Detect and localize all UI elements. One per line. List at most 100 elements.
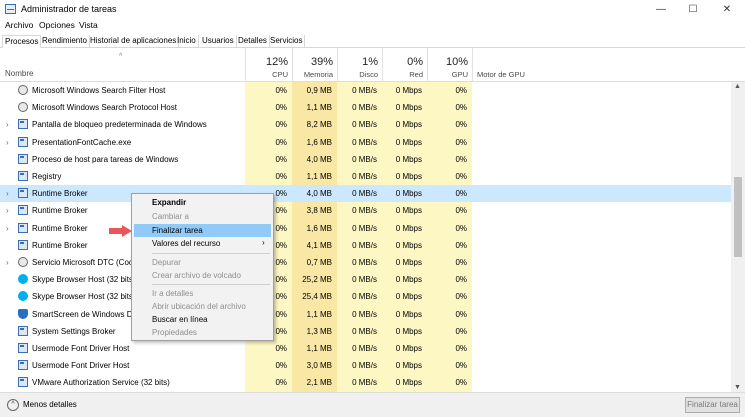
disk-value: 0 MB/s [352,172,377,181]
tab-rendimiento[interactable]: Rendimiento [40,35,90,48]
disk-value: 0 MB/s [352,361,377,371]
process-row[interactable]: Usermode Font Driver Host 0% 3,0 MB 0 MB/s 0… [0,357,731,374]
process-row[interactable]: Skype Browser Host (32 bits) 0% 25,2 MB 0 M… [0,271,731,288]
disk-value: 0 MB/s [352,309,377,319]
process-row[interactable]: › Runtime Broker 0% 3,8 MB 0 MB/s 0 Mbps 0% [0,202,731,219]
title-bar: Administrador de tareas — ☐ ✕ [0,0,745,19]
process-row[interactable]: Skype Browser Host (32 bits) 0% 25,4 MB 0 M… [0,288,731,305]
tab-historial-aplicaciones[interactable]: Historial de aplicaciones [88,35,180,48]
menu-item-buscar-en-linea[interactable]: Buscar en línea [152,315,208,324]
menu-bar: Archivo Opciones Vista [0,19,745,33]
process-name: Pantalla de bloqueo predeterminada de Wi… [32,120,207,130]
gpu-value: 0% [455,240,467,250]
menu-item-ir-detalles[interactable]: Ir a detalles [152,289,193,298]
network-value: 0 Mbps [395,137,422,147]
column-disco[interactable]: 1% Disco [337,48,382,82]
menu-archivo[interactable]: Archivo [5,20,33,30]
process-row[interactable]: SmartScreen de Windows Defe 0% 1,1 MB 0 MB/… [0,306,731,323]
column-motor-gpu[interactable]: Motor de GPU [472,48,731,82]
tab-inicio[interactable]: Inicio [175,35,199,48]
memory-value: 3,0 MB [306,361,332,371]
memory-value: 3,8 MB [306,206,332,216]
tab-procesos[interactable]: Procesos [2,35,42,48]
process-row[interactable]: Registry 0% 1,1 MB 0 MB/s 0 Mbps 0% [0,168,731,185]
menu-item-expandir[interactable]: Expandir [152,198,186,207]
column-nombre[interactable]: Nombre [5,69,33,78]
gpu-value: 0% [455,378,467,388]
gpu-value: 0% [455,309,467,319]
process-row[interactable]: › Pantalla de bloqueo predeterminada de W… [0,116,731,133]
gpu-value: 0% [455,223,467,233]
memory-value: 4,0 MB [306,154,332,164]
cpu-value: 0% [275,361,287,371]
menu-item-propiedades[interactable]: Propiedades [152,328,197,337]
scroll-up-icon[interactable]: ▲ [734,83,741,90]
tab-detalles[interactable]: Detalles [236,35,270,48]
process-row[interactable]: › Servicio Microsoft DTC (Coord 0% 0,7 MB 0 … [0,254,731,271]
mem-total: 39% [310,56,333,68]
process-name: PresentationFontCache.exe [32,137,132,147]
network-value: 0 Mbps [395,258,422,267]
menu-vista[interactable]: Vista [79,20,98,30]
expand-chevron-icon[interactable]: › [6,138,9,147]
process-name: Usermode Font Driver Host [32,361,130,371]
memory-value: 2,1 MB [306,378,332,388]
column-memoria[interactable]: 39% Memoria [292,48,337,82]
finalizar-tarea-button[interactable]: Finalizar tarea [685,397,740,413]
window-icon [18,343,28,353]
process-row[interactable]: VMware Authorization Service (32 bits) 0%… [0,374,731,391]
network-value: 0 Mbps [395,189,422,199]
gpu-value: 0% [455,258,467,267]
process-row[interactable]: System Settings Broker 0% 1,3 MB 0 MB/s 0 Mb… [0,323,731,340]
maximize-button[interactable]: ☐ [678,0,708,19]
memory-value: 1,6 MB [306,137,332,147]
vertical-scrollbar[interactable]: ▲ ▼ [731,82,745,392]
tab-servicios[interactable]: Servicios [268,35,306,48]
mem-label: Memoria [303,70,333,79]
process-row[interactable]: Usermode Font Driver Host 0% 1,1 MB 0 MB/s 0… [0,340,731,357]
menu-item-valores-recurso[interactable]: Valores del recurso [152,239,220,248]
menu-opciones[interactable]: Opciones [39,20,75,30]
network-value: 0 Mbps [395,361,422,371]
menu-item-crear-volcado[interactable]: Crear archivo de volcado [152,271,241,280]
process-row[interactable]: › PresentationFontCache.exe 0% 1,6 MB 0 MB/s… [0,134,731,151]
process-row[interactable]: › Runtime Broker 0% 4,0 MB 0 MB/s 0 Mbps 0% [0,185,731,203]
network-value: 0 Mbps [395,378,422,388]
scroll-down-icon[interactable]: ▼ [734,384,741,391]
close-button[interactable]: ✕ [712,0,742,19]
chevron-up-icon[interactable]: ^ [7,399,19,411]
expand-chevron-icon[interactable]: › [6,189,9,198]
process-name: Microsoft Windows Search Protocol Host [32,103,177,113]
gpu-label: GPU [451,70,468,79]
expand-chevron-icon[interactable]: › [6,206,9,215]
process-row[interactable]: Runtime Broker 0% 4,1 MB 0 MB/s 0 Mbps 0% [0,237,731,254]
disk-value: 0 MB/s [352,154,377,164]
column-red[interactable]: 0% Red [382,48,427,82]
column-gpu[interactable]: 10% GPU [427,48,472,82]
expand-chevron-icon[interactable]: › [6,258,9,267]
menu-item-abrir-ubicacion[interactable]: Abrir ubicación del archivo [152,302,246,311]
minimize-button[interactable]: — [646,0,676,19]
menos-detalles-link[interactable]: Menos detalles [23,400,77,409]
expand-chevron-icon[interactable]: › [6,120,9,129]
expand-chevron-icon[interactable]: › [6,224,9,233]
process-row[interactable]: Microsoft Windows Search Protocol Host 0%… [0,99,731,116]
window-icon [18,222,28,233]
disk-value: 0 MB/s [352,378,377,388]
process-list: Microsoft Windows Search Filter Host 0% 0,… [0,82,731,392]
net-label: Red [409,70,423,79]
window-icon [18,239,28,250]
cpu-value: 0% [275,103,287,113]
scroll-thumb[interactable] [734,177,742,257]
menu-item-finalizar-tarea[interactable]: Finalizar tarea [152,226,203,235]
gpu-value: 0% [455,86,467,95]
tab-usuarios[interactable]: Usuarios [200,35,237,48]
window-icon [18,205,28,216]
menu-item-depurar[interactable]: Depurar [152,258,181,267]
process-row[interactable]: Proceso de host para tareas de Windows 0%… [0,151,731,168]
menu-item-cambiar-a[interactable]: Cambiar a [152,212,189,221]
gpu-value: 0% [455,292,467,302]
footer-bar: ^ Menos detalles Finalizar tarea [0,392,745,417]
process-row[interactable]: Microsoft Windows Search Filter Host 0% 0,… [0,82,731,99]
column-cpu[interactable]: 12% CPU [245,48,292,82]
